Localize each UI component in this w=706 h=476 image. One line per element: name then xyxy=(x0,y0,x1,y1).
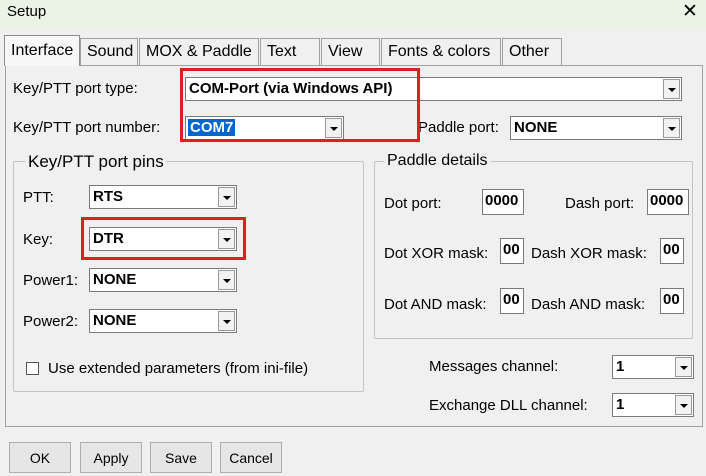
dot-port-input[interactable]: 0000 xyxy=(482,189,524,215)
apply-button[interactable]: Apply xyxy=(80,442,142,473)
cancel-button[interactable]: Cancel xyxy=(220,442,282,473)
ptt-value: RTS xyxy=(93,188,123,205)
ptt-select[interactable]: RTS xyxy=(89,185,237,209)
dash-xor-input[interactable]: 00 xyxy=(660,238,684,264)
exchange-channel-select[interactable]: 1 xyxy=(612,393,694,417)
highlight-box-key xyxy=(81,217,246,260)
dash-port-label: Dash port: xyxy=(565,195,635,212)
power2-value: NONE xyxy=(93,312,137,329)
messages-channel-select[interactable]: 1 xyxy=(612,355,694,379)
power1-value: NONE xyxy=(93,271,137,288)
power1-select[interactable]: NONE xyxy=(89,268,237,292)
power1-label: Power1: xyxy=(23,272,79,289)
exchange-channel-label: Exchange DLL channel: xyxy=(429,397,588,414)
power2-label: Power2: xyxy=(23,313,79,330)
window-title: Setup xyxy=(7,3,47,20)
chevron-down-icon[interactable] xyxy=(663,118,680,138)
tab-fonts-colors[interactable]: Fonts & colors xyxy=(381,38,501,65)
dot-xor-label: Dot XOR mask: xyxy=(384,245,489,262)
chevron-down-icon[interactable] xyxy=(675,357,692,377)
tab-sound[interactable]: Sound xyxy=(80,38,138,65)
chevron-down-icon[interactable] xyxy=(663,79,680,99)
dot-and-label: Dot AND mask: xyxy=(384,296,487,313)
highlight-box-port xyxy=(180,68,420,142)
port-pins-title: Key/PTT port pins xyxy=(25,152,167,172)
close-icon[interactable]: ✕ xyxy=(682,0,698,23)
dash-xor-label: Dash XOR mask: xyxy=(531,245,647,262)
tab-view[interactable]: View xyxy=(321,38,380,65)
ok-button[interactable]: OK xyxy=(9,442,71,473)
port-number-label: Key/PTT port number: xyxy=(13,119,161,136)
ptt-label: PTT: xyxy=(23,189,54,206)
dot-and-input[interactable]: 00 xyxy=(500,288,524,314)
paddle-port-label: Paddle port: xyxy=(418,119,499,136)
extended-params-checkbox[interactable] xyxy=(26,362,39,375)
tab-text[interactable]: Text xyxy=(260,38,320,65)
messages-channel-label: Messages channel: xyxy=(429,358,559,375)
messages-channel-value: 1 xyxy=(616,358,625,375)
chevron-down-icon[interactable] xyxy=(675,395,692,415)
dash-and-input[interactable]: 00 xyxy=(660,288,684,314)
chevron-down-icon[interactable] xyxy=(218,187,235,207)
dash-port-input[interactable]: 0000 xyxy=(647,189,689,215)
chevron-down-icon[interactable] xyxy=(218,311,235,331)
dot-xor-input[interactable]: 00 xyxy=(500,238,524,264)
paddle-port-select[interactable]: NONE xyxy=(510,116,682,140)
dash-and-label: Dash AND mask: xyxy=(531,296,646,313)
power2-select[interactable]: NONE xyxy=(89,309,237,333)
paddle-details-title: Paddle details xyxy=(384,152,491,170)
key-label: Key: xyxy=(23,231,54,248)
chevron-down-icon[interactable] xyxy=(218,270,235,290)
tab-mox-paddle[interactable]: MOX & Paddle xyxy=(139,38,259,65)
tab-other[interactable]: Other xyxy=(502,38,562,65)
exchange-channel-value: 1 xyxy=(616,396,625,413)
paddle-port-value: NONE xyxy=(514,119,558,136)
port-type-label: Key/PTT port type: xyxy=(13,80,138,97)
dot-port-label: Dot port: xyxy=(384,195,442,212)
tab-interface[interactable]: Interface xyxy=(4,35,80,66)
title-bar: Setup ✕ xyxy=(0,0,706,30)
save-button[interactable]: Save xyxy=(150,442,212,473)
extended-params-label: Use extended parameters (from ini-file) xyxy=(48,360,309,377)
